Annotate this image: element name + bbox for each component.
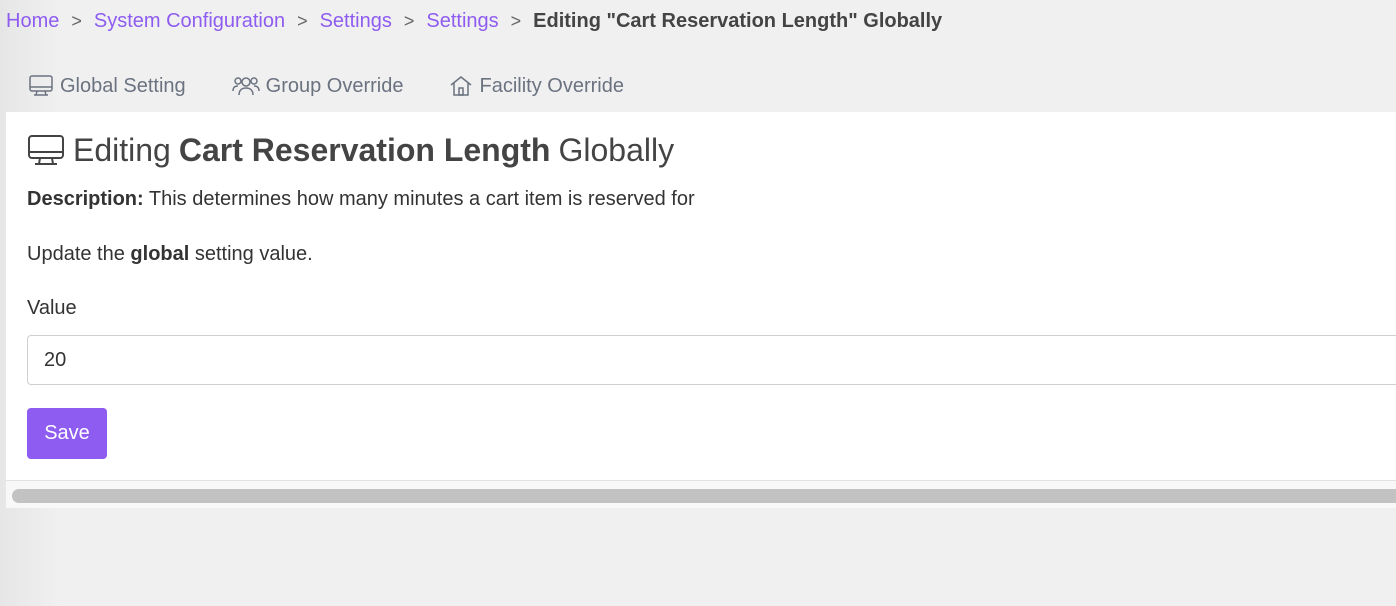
tab-facility-override[interactable]: Facility Override (449, 74, 624, 98)
tab-bar: Global Setting Group Override Facility O… (28, 74, 670, 98)
breadcrumb-separator: > (71, 11, 82, 31)
update-instruction: Update the global setting value. (27, 243, 313, 266)
update-prefix: Update the (27, 243, 125, 265)
monitor-icon (28, 134, 64, 165)
breadcrumb-separator: > (297, 11, 308, 31)
update-scope: global (130, 243, 190, 265)
description-label: Description: (27, 188, 144, 210)
scrollbar-thumb[interactable] (12, 489, 1396, 503)
setting-description: Description: This determines how many mi… (27, 188, 695, 211)
save-button[interactable]: Save (27, 408, 107, 459)
value-label: Value (27, 297, 77, 319)
settings-panel: Editing Cart Reservation Length Globally… (6, 112, 1396, 481)
title-suffix: Globally (558, 132, 675, 168)
tab-label: Global Setting (60, 74, 186, 97)
monitor-icon (29, 75, 53, 96)
page-title: Editing Cart Reservation Length Globally (27, 132, 674, 169)
users-icon (231, 77, 260, 96)
breadcrumb-current: Editing "Cart Reservation Length" Global… (533, 10, 943, 32)
breadcrumb-separator: > (403, 11, 415, 31)
breadcrumb-separator: > (510, 11, 522, 31)
title-prefix: Editing (73, 132, 171, 168)
horizontal-scrollbar[interactable] (6, 481, 1396, 508)
house-icon (451, 76, 472, 96)
breadcrumb-settings-link[interactable]: Settings (320, 10, 392, 33)
breadcrumb: Home > System Configuration > Settings >… (6, 10, 942, 33)
value-input[interactable] (27, 335, 1396, 385)
breadcrumb-settings-link-2[interactable]: Settings (426, 10, 498, 33)
breadcrumb-system-configuration-link[interactable]: System Configuration (94, 10, 285, 33)
update-suffix: setting value. (194, 243, 313, 265)
tab-label: Group Override (265, 74, 404, 97)
tab-label: Facility Override (479, 74, 624, 97)
description-text: This determines how many minutes a cart … (148, 188, 695, 210)
tab-global-setting[interactable]: Global Setting (28, 74, 186, 98)
breadcrumb-home-link[interactable]: Home (6, 10, 59, 33)
tab-group-override[interactable]: Group Override (231, 74, 404, 98)
title-setting-name: Cart Reservation Length (178, 132, 551, 168)
